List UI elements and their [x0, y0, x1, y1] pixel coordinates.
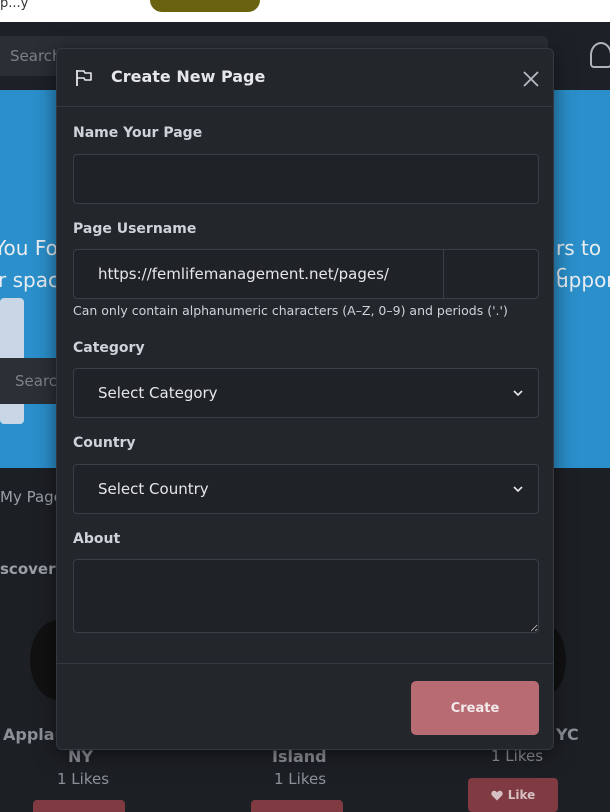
top-strip-text: p...y: [0, 0, 29, 11]
top-strip: p...y: [0, 0, 610, 22]
create-button[interactable]: Create: [411, 681, 539, 735]
country-selected: Select Country: [98, 480, 209, 498]
category-select[interactable]: Select Category: [73, 368, 539, 418]
country-label: Country: [73, 435, 136, 451]
create-page-modal: Create New Page Name Your Page Page User…: [56, 48, 610, 750]
chevron-down-icon: [513, 486, 523, 493]
category-selected: Select Category: [98, 384, 218, 402]
username-field: https://femlifemanagement.net/pages/: [73, 249, 610, 299]
name-label: Name Your Page: [73, 125, 203, 141]
country-select[interactable]: Select Country: [73, 464, 539, 514]
username-label: Page Username: [73, 221, 197, 237]
modal-header: Create New Page: [57, 49, 553, 107]
top-strip-button[interactable]: [150, 0, 260, 12]
about-field: [73, 559, 539, 633]
page-name-field: [73, 154, 539, 204]
flag-icon: [76, 70, 92, 86]
about-label: About: [73, 531, 121, 547]
chevron-down-icon: [513, 390, 523, 397]
page-name-input[interactable]: [74, 155, 538, 203]
username-hint: Can only contain alphanumeric characters…: [73, 303, 508, 318]
category-label: Category: [73, 340, 145, 356]
modal-title: Create New Page: [111, 67, 266, 86]
close-icon[interactable]: [521, 69, 541, 89]
username-input[interactable]: [444, 250, 610, 298]
about-textarea[interactable]: [74, 560, 538, 632]
username-prefix: https://femlifemanagement.net/pages/: [74, 250, 444, 298]
